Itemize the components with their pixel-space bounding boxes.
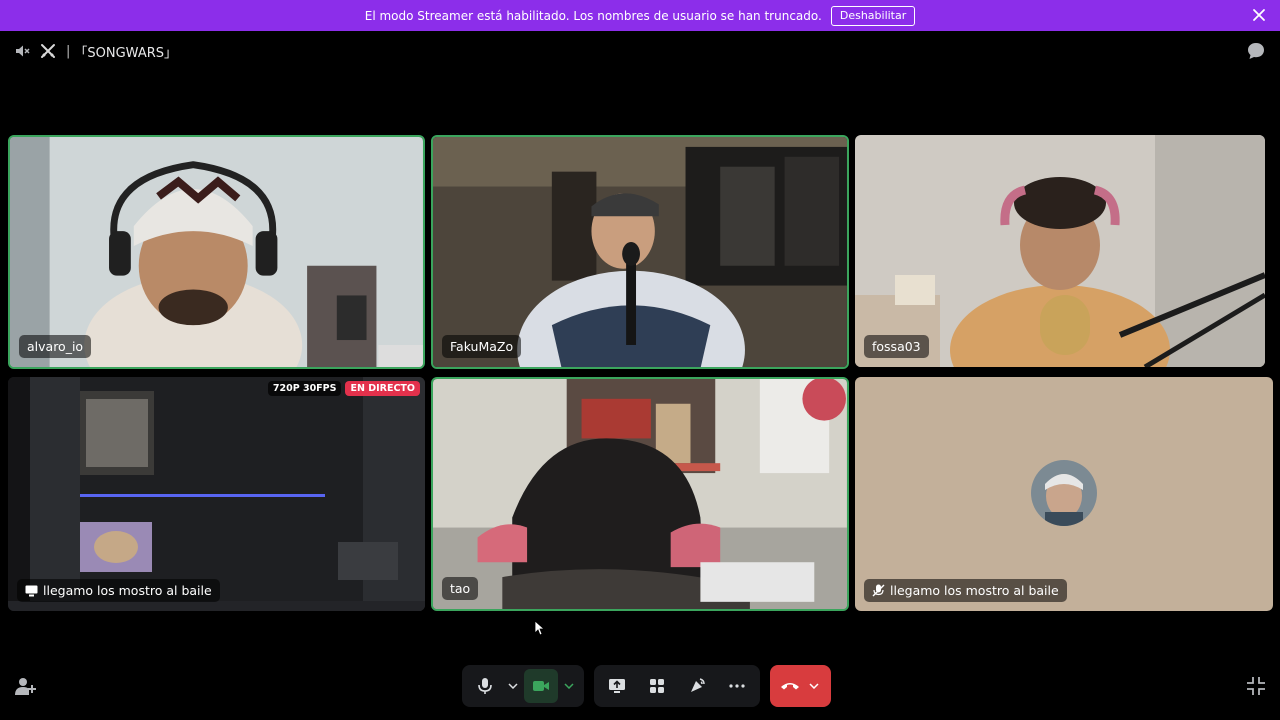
disconnect-options-button[interactable]: [805, 669, 823, 703]
participant-name: tao: [450, 581, 471, 596]
more-options-button[interactable]: [720, 669, 754, 703]
soundboard-icon: [691, 678, 705, 692]
disconnect-icon: [781, 683, 799, 690]
screen-share-button[interactable]: [600, 669, 634, 703]
close-icon[interactable]: [1252, 8, 1266, 22]
live-badge: EN DIRECTO: [345, 381, 420, 396]
channel-name: 「SONGWARS」: [74, 45, 177, 61]
camera-icon: [533, 681, 549, 691]
video-tile-tao[interactable]: tao: [431, 377, 849, 611]
microphone-icon: [478, 678, 492, 694]
mic-muted-icon: [872, 584, 885, 597]
participant-name-tag: tao: [442, 577, 479, 600]
soundboard-button[interactable]: [680, 669, 714, 703]
disable-streamer-mode-button[interactable]: Deshabilitar: [830, 5, 916, 26]
mouse-cursor-icon: [534, 620, 544, 636]
exit-fullscreen-icon[interactable]: [1246, 676, 1266, 696]
disconnect-button[interactable]: [775, 669, 805, 703]
invite-user-icon[interactable]: [14, 676, 36, 696]
chevron-down-icon: [809, 683, 819, 689]
media-controls: [462, 665, 584, 707]
screen-share-feed: [8, 377, 425, 611]
screen-share-icon: [609, 679, 625, 693]
participant-name: llegamo los mostro al baile: [890, 583, 1059, 598]
video-tile-fakumazo[interactable]: FakuMaZo: [431, 135, 849, 369]
microphone-options-button[interactable]: [504, 669, 522, 703]
camera-feed: [10, 137, 423, 367]
streamer-mode-banner: El modo Streamer está habilitado. Los no…: [0, 0, 1280, 31]
participant-name: alvaro_io: [27, 339, 84, 354]
video-tile-fossa03[interactable]: fossa03: [855, 135, 1265, 367]
video-tile-alvaro[interactable]: alvaro_io: [8, 135, 425, 369]
crossed-swords-icon: [41, 44, 55, 58]
chat-bubble-icon[interactable]: [1246, 41, 1266, 61]
participant-name: llegamo los mostro al baile: [43, 583, 212, 598]
microphone-button[interactable]: [468, 669, 502, 703]
speaker-muted-icon: [16, 45, 30, 57]
activities-button[interactable]: [640, 669, 674, 703]
call-controls: [462, 665, 831, 707]
participant-name: FakuMaZo: [450, 339, 514, 354]
participant-name: fossa03: [872, 339, 921, 354]
camera-button[interactable]: [524, 669, 558, 703]
chevron-down-icon: [508, 683, 518, 689]
activities-icon: [650, 679, 664, 693]
resolution-badge: 720P 30FPS: [267, 381, 342, 396]
banner-message: El modo Streamer está habilitado. Los no…: [364, 8, 822, 23]
header-separator: |: [66, 43, 71, 59]
stream-tile[interactable]: 720P 30FPS EN DIRECTO llegamo los mostro…: [8, 377, 425, 611]
camera-feed: [855, 135, 1265, 367]
participant-name-tag: fossa03: [864, 335, 929, 358]
participant-name-tag: llegamo los mostro al baile: [864, 579, 1067, 602]
camera-feed: [433, 137, 847, 367]
stream-badges: 720P 30FPS EN DIRECTO: [267, 381, 420, 396]
disconnect-group: [770, 665, 831, 707]
call-header: | 「SONGWARS」: [14, 42, 177, 61]
participant-name-tag: FakuMaZo: [442, 335, 522, 358]
stream-name-tag: llegamo los mostro al baile: [17, 579, 220, 602]
camera-feed: [433, 379, 847, 609]
participant-name-tag: alvaro_io: [19, 335, 92, 358]
avatar: [1031, 460, 1097, 526]
camera-options-button[interactable]: [560, 669, 578, 703]
chevron-down-icon: [564, 683, 574, 689]
screen-icon: [25, 585, 38, 596]
more-icon: [729, 684, 745, 688]
audio-tile[interactable]: llegamo los mostro al baile: [855, 377, 1273, 611]
activity-controls: [594, 665, 760, 707]
